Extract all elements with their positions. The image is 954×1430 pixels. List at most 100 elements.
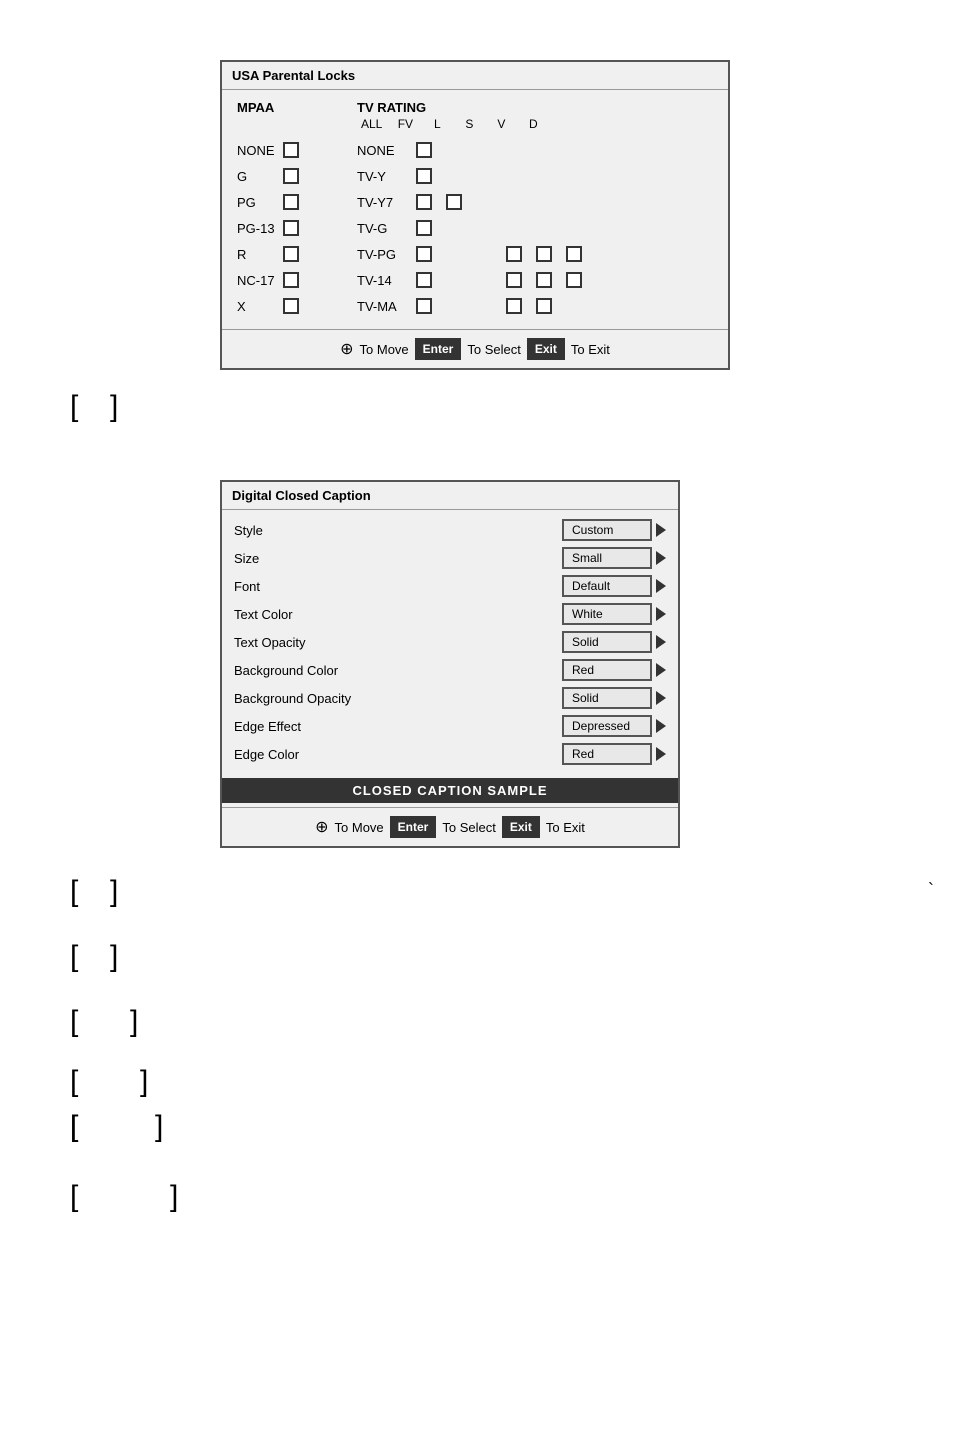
dcc-row-edge-color[interactable]: Edge Color Red [234,740,666,768]
tv-row-y7[interactable]: TV-Y7 [357,189,713,215]
mpaa-row-pg13[interactable]: PG-13 [237,215,357,241]
dcc-value-font[interactable]: Default [562,575,666,597]
nav-arrows-icon: ⊕ [340,339,353,359]
tv-sub-all: ALL [361,117,382,131]
tv-pg-s[interactable] [506,246,522,262]
bracket-2-left: [ [70,875,78,909]
dcc-value-edge-color[interactable]: Red [562,743,666,765]
tv-row-14[interactable]: TV-14 [357,267,713,293]
tv-pg-v[interactable] [536,246,552,262]
tv-ma-all[interactable] [416,298,432,314]
dcc-footer-move: To Move [335,820,384,835]
tv-ma-v[interactable] [536,298,552,314]
tv-y7-fv[interactable] [446,194,462,210]
dcc-bg-opacity-value: Solid [562,687,652,709]
dcc-row-bg-opacity[interactable]: Background Opacity Solid [234,684,666,712]
tv-g-all[interactable] [416,220,432,236]
mpaa-row-pg[interactable]: PG [237,189,357,215]
mpaa-check-r[interactable] [283,246,299,262]
dcc-value-text-color[interactable]: White [562,603,666,625]
footer-select-label: To Select [467,342,520,357]
tv-y-all[interactable] [416,168,432,184]
mpaa-check-g[interactable] [283,168,299,184]
dcc-text-opacity-value: Solid [562,631,652,653]
mpaa-check-pg13[interactable] [283,220,299,236]
dcc-panel: Digital Closed Caption Style Custom Size… [220,480,680,848]
tv-14-v[interactable] [536,272,552,288]
dcc-label-bg-opacity: Background Opacity [234,691,351,706]
dcc-value-text-opacity[interactable]: Solid [562,631,666,653]
exit-key[interactable]: Exit [527,338,565,360]
dcc-edge-effect-value: Depressed [562,715,652,737]
dcc-row-text-opacity[interactable]: Text Opacity Solid [234,628,666,656]
dcc-nav-icon: ⊕ [315,817,328,837]
tv-row-g[interactable]: TV-G [357,215,713,241]
tv-none-all[interactable] [416,142,432,158]
dcc-text-opacity-arrow[interactable] [656,635,666,649]
tv-rating-sub-headers: ALL FV L S V D [361,117,713,131]
enter-key[interactable]: Enter [415,338,462,360]
dcc-footer-exit-label: To Exit [546,820,585,835]
tv-sub-fv: FV [396,117,414,131]
dcc-edge-color-value: Red [562,743,652,765]
dcc-label-style: Style [234,523,263,538]
tv-label-none: NONE [357,143,412,158]
dcc-size-arrow[interactable] [656,551,666,565]
parental-panel-title: USA Parental Locks [222,62,728,90]
tv-label-pg: TV-PG [357,247,412,262]
tv-pg-d[interactable] [566,246,582,262]
dcc-bg-color-arrow[interactable] [656,663,666,677]
bracket-6-right: ] [155,1110,163,1144]
dcc-row-size[interactable]: Size Small [234,544,666,572]
dcc-text-color-arrow[interactable] [656,607,666,621]
tv-ma-s[interactable] [506,298,522,314]
dcc-row-style[interactable]: Style Custom [234,516,666,544]
tv-row-none[interactable]: NONE [357,137,713,163]
dcc-row-font[interactable]: Font Default [234,572,666,600]
dcc-font-arrow[interactable] [656,579,666,593]
dcc-font-value: Default [562,575,652,597]
mpaa-row-r[interactable]: R [237,241,357,267]
mpaa-label-none: NONE [237,143,277,158]
mpaa-row-g[interactable]: G [237,163,357,189]
dcc-exit-key[interactable]: Exit [502,816,540,838]
tv-label-y: TV-Y [357,169,412,184]
tv-14-all[interactable] [416,272,432,288]
dcc-row-text-color[interactable]: Text Color White [234,600,666,628]
mpaa-row-x[interactable]: X [237,293,357,319]
tv-14-s[interactable] [506,272,522,288]
dcc-edge-color-arrow[interactable] [656,747,666,761]
tv-label-g: TV-G [357,221,412,236]
tv-row-y[interactable]: TV-Y [357,163,713,189]
dcc-edge-effect-arrow[interactable] [656,719,666,733]
tv-14-d[interactable] [566,272,582,288]
mpaa-row-none[interactable]: NONE [237,137,357,163]
tv-row-pg[interactable]: TV-PG [357,241,713,267]
mpaa-check-x[interactable] [283,298,299,314]
dcc-label-edge-color: Edge Color [234,747,299,762]
mpaa-check-nc17[interactable] [283,272,299,288]
dcc-value-edge-effect[interactable]: Depressed [562,715,666,737]
dcc-label-size: Size [234,551,259,566]
bracket-1-left: [ [70,390,78,424]
dcc-bg-opacity-arrow[interactable] [656,691,666,705]
tv-pg-all[interactable] [416,246,432,262]
dcc-enter-key[interactable]: Enter [390,816,437,838]
tv-y7-all[interactable] [416,194,432,210]
dcc-value-bg-color[interactable]: Red [562,659,666,681]
tv-row-ma[interactable]: TV-MA [357,293,713,319]
mpaa-label-pg: PG [237,195,277,210]
bracket-1-right: ] [110,390,118,424]
dcc-value-bg-opacity[interactable]: Solid [562,687,666,709]
dcc-style-arrow[interactable] [656,523,666,537]
mpaa-check-none[interactable] [283,142,299,158]
dcc-value-style[interactable]: Custom [562,519,666,541]
bracket-4-left: [ [70,1005,78,1039]
dcc-row-edge-effect[interactable]: Edge Effect Depressed [234,712,666,740]
bracket-2-right: ] [110,875,118,909]
dcc-value-size[interactable]: Small [562,547,666,569]
tv-sub-v: V [492,117,510,131]
mpaa-row-nc17[interactable]: NC-17 [237,267,357,293]
mpaa-check-pg[interactable] [283,194,299,210]
dcc-row-bg-color[interactable]: Background Color Red [234,656,666,684]
